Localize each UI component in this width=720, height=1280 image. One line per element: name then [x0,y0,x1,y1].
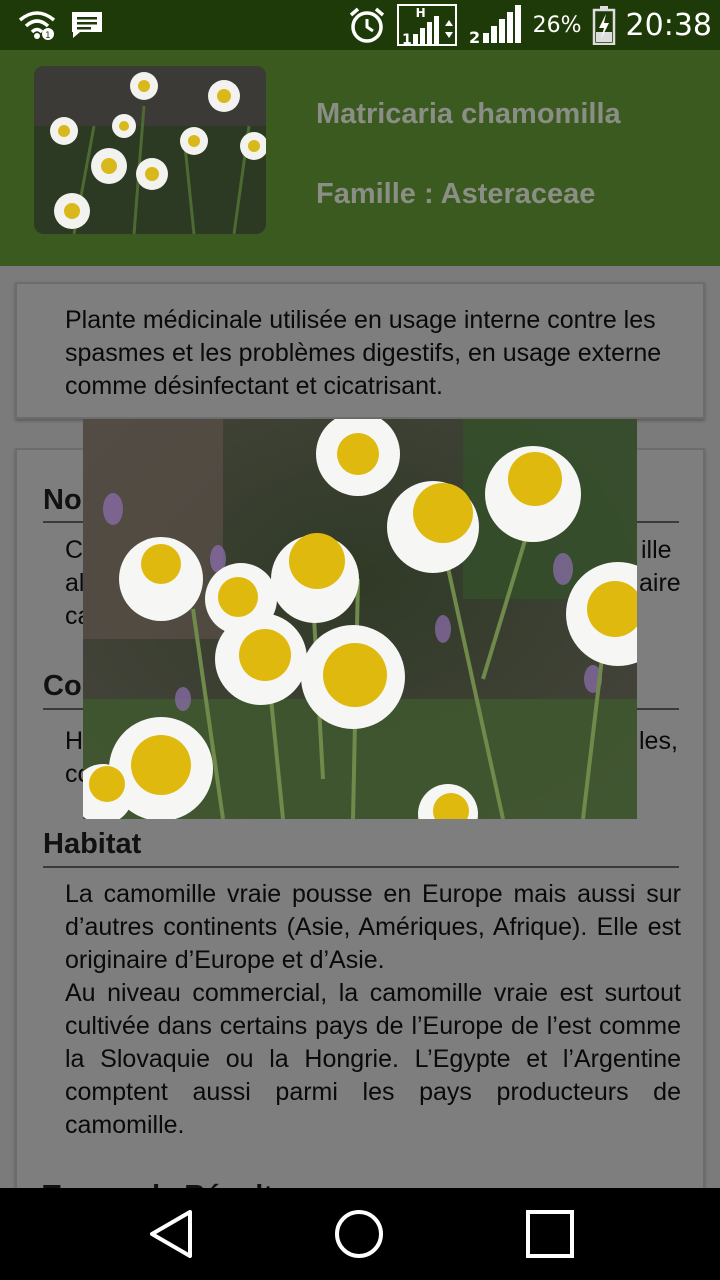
signal-sim1-icon: H 1 [396,4,457,46]
home-icon[interactable] [331,1206,387,1262]
habitat-text-2: Au niveau commercial, la camomille vraie… [65,979,681,1139]
names-text-right-2: aire [639,569,681,597]
names-text-right-1: ille [641,536,672,564]
plant-thumbnail[interactable] [34,66,266,234]
battery-charging-icon [592,6,615,45]
status-left-icons: 1 [18,8,104,42]
signal-sim2-icon: 2 [469,5,521,45]
plant-family: Famille : Asteraceae [316,178,596,210]
habitat-text-1: La camomille vraie pousse en Europe mais… [65,880,681,974]
navigation-bar [0,1188,720,1280]
names-text-left-1: C [65,536,84,564]
svg-text:1: 1 [45,31,51,40]
recents-icon[interactable] [522,1206,578,1262]
plant-header: Matricaria chamomilla Famille : Asterace… [0,50,720,266]
message-icon [72,12,102,38]
composition-text-right-1: les, [639,727,678,755]
wifi-icon: 1 [18,11,56,40]
clock: 20:38 [625,7,712,43]
svg-text:2: 2 [469,28,480,45]
battery-percent: 26% [532,12,582,38]
description-text: Plante médicinale utilisée en usage inte… [65,306,662,400]
plant-name: Matricaria chamomilla [316,98,621,130]
composition-text-left-1: H [65,727,84,755]
status-right-icons: H 1 2 26% 20:38 [347,4,712,46]
svg-text:1: 1 [402,32,412,46]
names-text-left-2: al [65,569,85,597]
composition-section-title: Co [43,670,82,702]
status-bar: 1 H 1 2 26% 20:38 [0,0,720,50]
habitat-section-divider [43,866,679,868]
description-card: Plante médicinale utilisée en usage inte… [15,282,705,419]
enlarged-plant-image[interactable] [83,419,637,819]
names-section-title: No [43,484,82,516]
back-icon[interactable] [142,1206,198,1262]
alarm-icon [349,7,384,43]
habitat-section-title: Habitat [43,828,142,860]
